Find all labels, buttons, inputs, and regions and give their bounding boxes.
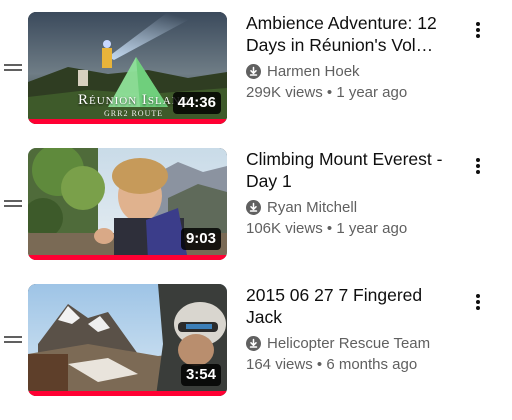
video-title[interactable]: 2015 06 27 7 Fingered Jack: [246, 284, 456, 328]
playlist: Réunion Island GRR2 ROUTE 44:36 Ambience…: [0, 0, 512, 420]
drag-handle-icon[interactable]: [4, 332, 22, 346]
drag-handle-icon[interactable]: [4, 196, 22, 210]
more-vert-icon[interactable]: [470, 292, 486, 312]
watch-progress-bar: [28, 255, 227, 260]
duration-badge: 9:03: [180, 228, 221, 250]
meta-separator: •: [326, 84, 333, 101]
watch-progress-bar: [28, 119, 227, 124]
playlist-item[interactable]: Réunion Island GRR2 ROUTE 44:36 Ambience…: [0, 12, 512, 124]
upload-age: 1 year ago: [336, 84, 408, 101]
video-thumbnail[interactable]: 3:54: [28, 284, 227, 396]
download-icon: [246, 199, 261, 215]
video-info[interactable]: Ambience Adventure: 12 Days in Réunion's…: [246, 12, 456, 103]
view-count: 164 views: [246, 356, 313, 373]
video-meta: 164 views • 6 months ago: [246, 355, 456, 375]
download-icon: [246, 335, 261, 351]
duration-badge: 3:54: [180, 364, 221, 386]
video-meta: 106K views • 1 year ago: [246, 219, 456, 239]
channel-line: Helicopter Rescue Team: [246, 333, 456, 353]
channel-name[interactable]: Ryan Mitchell: [267, 199, 357, 216]
channel-name[interactable]: Helicopter Rescue Team: [267, 335, 430, 352]
channel-line: Ryan Mitchell: [246, 197, 456, 217]
channel-name[interactable]: Harmen Hoek: [267, 63, 360, 80]
playlist-item[interactable]: 9:03 Climbing Mount Everest - Day 1 Ryan…: [0, 148, 512, 260]
meta-separator: •: [326, 220, 333, 237]
video-thumbnail[interactable]: 9:03: [28, 148, 227, 260]
playlist-item[interactable]: 3:54 2015 06 27 7 Fingered Jack Helicopt…: [0, 284, 512, 396]
view-count: 106K views: [246, 220, 323, 237]
drag-handle-icon[interactable]: [4, 60, 22, 74]
video-info[interactable]: 2015 06 27 7 Fingered Jack Helicopter Re…: [246, 284, 456, 375]
view-count: 299K views: [246, 84, 323, 101]
duration-badge: 44:36: [172, 92, 221, 114]
more-vert-icon[interactable]: [470, 156, 486, 176]
upload-age: 1 year ago: [336, 220, 408, 237]
channel-line: Harmen Hoek: [246, 61, 456, 81]
download-icon: [246, 63, 261, 79]
meta-separator: •: [316, 356, 323, 373]
video-meta: 299K views • 1 year ago: [246, 83, 456, 103]
more-vert-icon[interactable]: [470, 20, 486, 40]
video-thumbnail[interactable]: Réunion Island GRR2 ROUTE 44:36: [28, 12, 227, 124]
upload-age: 6 months ago: [326, 356, 418, 373]
watch-progress-bar: [28, 391, 227, 396]
video-info[interactable]: Climbing Mount Everest - Day 1 Ryan Mitc…: [246, 148, 456, 239]
thumbnail-overlay-subtitle: GRR2 ROUTE: [104, 109, 164, 118]
video-title[interactable]: Ambience Adventure: 12 Days in Réunion's…: [246, 12, 456, 56]
video-title[interactable]: Climbing Mount Everest - Day 1: [246, 148, 456, 192]
